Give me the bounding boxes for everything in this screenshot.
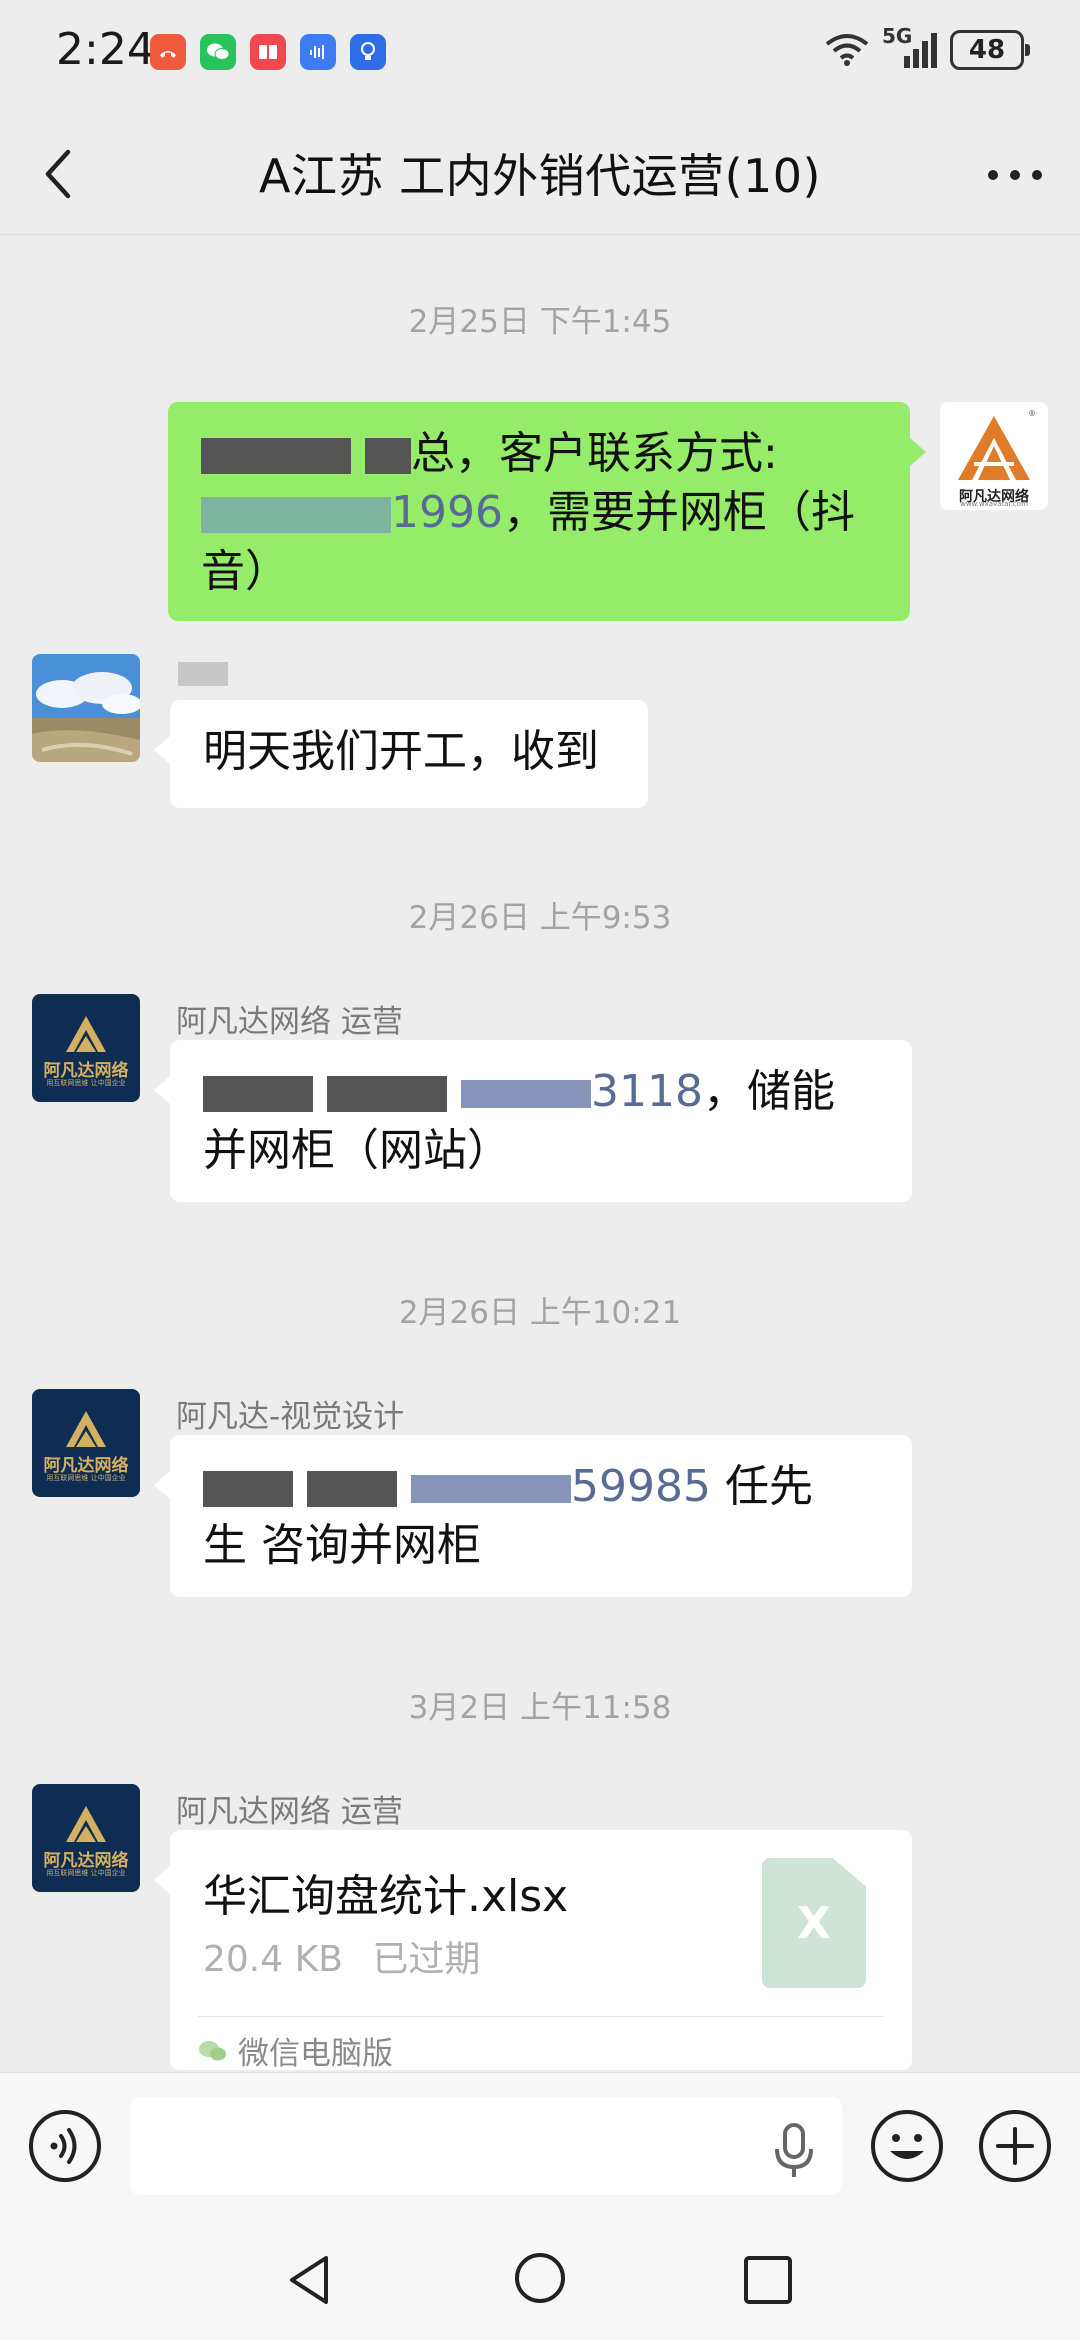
redacted-name <box>307 1471 397 1507</box>
missed-call-icon <box>150 34 186 70</box>
company-avatar-slogan: 用互联网思维 让中国企业 <box>46 1869 126 1877</box>
excel-file-icon: X <box>762 1858 866 1988</box>
nav-recent-apps-icon[interactable] <box>742 2254 794 2306</box>
file-meta: 20.4 KB 已过期 <box>203 1930 480 1982</box>
self-avatar[interactable]: ® 阿凡达网络 www.wxavatar.com <box>940 402 1048 510</box>
nav-back-icon[interactable] <box>282 2252 338 2308</box>
system-navigation-bar <box>0 2214 1080 2340</box>
redacted-name <box>201 438 351 474</box>
nav-home-icon[interactable] <box>512 2250 568 2306</box>
file-message-card[interactable]: 华汇询盘统计.xlsx 20.4 KB 已过期 X 微信电脑版 <box>154 1830 912 2073</box>
sender-name: 阿凡达网络 运营 <box>176 1794 403 1830</box>
message-text: 生 咨询并网柜 <box>203 1520 481 1571</box>
redacted-name <box>365 438 411 474</box>
message-text: 总，客户联系方式: <box>411 428 778 479</box>
status-bar: 2:24 5G 48 <box>0 0 1080 110</box>
redacted-sender-name <box>178 662 248 692</box>
message-bubble-other[interactable]: 59985 任先 生 咨询并网柜 <box>154 1435 912 1597</box>
system-icons: 5G 48 <box>824 24 1030 70</box>
redacted-phone <box>411 1475 571 1503</box>
redacted-name <box>203 1471 293 1507</box>
emoji-icon[interactable] <box>870 2109 944 2183</box>
redacted-phone <box>201 497 391 533</box>
self-avatar-logo-url: www.wxavatar.com <box>960 500 1028 508</box>
message-bubble-other[interactable]: 明天我们开工，收到 <box>154 700 648 808</box>
message-text: ，需要并网柜（抖 <box>502 487 855 538</box>
wifi-icon <box>825 34 869 66</box>
company-avatar-slogan: 用互联网思维 让中国企业 <box>46 1474 126 1482</box>
redacted-phone <box>461 1080 591 1108</box>
microphone-icon[interactable] <box>772 2123 816 2179</box>
message-timestamp: 3月2日 上午11:58 <box>408 1690 672 1726</box>
message-timestamp: 2月26日 上午9:53 <box>408 900 672 936</box>
sender-name: 阿凡达网络 运营 <box>176 1004 403 1040</box>
cellular-signal-icon: 5G <box>882 24 938 70</box>
message-bubble-other[interactable]: 3118，储能 并网柜（网站） <box>154 1040 912 1202</box>
message-timestamp: 2月26日 上午10:21 <box>398 1295 682 1331</box>
chat-title: A江苏 工内外销代运营(10) <box>258 149 821 203</box>
company-avatar[interactable]: 阿凡达网络 用互联网思维 让中国企业 <box>32 1784 140 1892</box>
company-avatar-slogan: 用互联网思维 让中国企业 <box>46 1079 126 1087</box>
message-text: ，储能 <box>702 1066 835 1117</box>
phone-number-link[interactable]: 1996 <box>201 487 503 538</box>
company-avatar[interactable]: 阿凡达网络 用互联网思维 让中国企业 <box>32 1389 140 1497</box>
phone-number-link[interactable]: 59985 <box>411 1461 711 1512</box>
message-input[interactable] <box>130 2097 842 2195</box>
wechat-small-icon <box>199 2040 226 2060</box>
battery-indicator: 48 <box>950 30 1030 70</box>
phone-number-link[interactable]: 3118 <box>461 1066 703 1117</box>
voice-input-icon[interactable] <box>28 2109 102 2183</box>
sender-name: 阿凡达-视觉设计 <box>176 1399 405 1435</box>
file-size: 20.4 KB <box>203 1939 343 1980</box>
file-status: 已过期 <box>372 1939 481 1980</box>
add-attachment-icon[interactable] <box>978 2109 1052 2183</box>
input-bar <box>0 2072 1080 2214</box>
wechat-icon <box>200 34 236 70</box>
contact-avatar-landscape[interactable] <box>32 654 140 762</box>
message-timestamp: 2月25日 下午1:45 <box>408 304 672 340</box>
message-bubble-self[interactable]: 总，客户联系方式: 1996，需要并网柜（抖 音） <box>168 402 926 621</box>
company-avatar[interactable]: 阿凡达网络 用互联网思维 让中国企业 <box>32 994 140 1102</box>
bulb-icon <box>350 34 386 70</box>
svg-text:®: ® <box>1028 409 1036 418</box>
reader-icon <box>250 34 286 70</box>
message-text: 并网柜（网站） <box>203 1125 511 1176</box>
message-text: 任先 <box>710 1461 813 1512</box>
redacted-name <box>327 1076 447 1112</box>
file-source: 微信电脑版 <box>198 2028 393 2073</box>
message-text: 明天我们开工，收到 <box>203 726 599 777</box>
more-options-icon[interactable] <box>980 150 1050 200</box>
notification-icons <box>150 34 386 70</box>
redacted-name <box>203 1076 313 1112</box>
audio-icon <box>300 34 336 70</box>
status-time: 2:24 <box>56 24 155 75</box>
file-divider <box>198 2016 884 2017</box>
message-text: 音） <box>201 546 289 597</box>
chat-header: A江苏 工内外销代运营(10) <box>0 110 1080 235</box>
file-name: 华汇询盘统计.xlsx <box>203 1871 569 1922</box>
